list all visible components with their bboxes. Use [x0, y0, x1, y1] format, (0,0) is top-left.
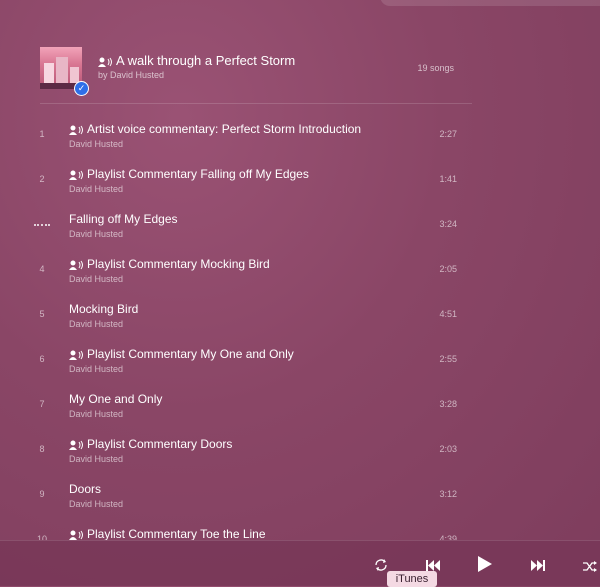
track-number: 9	[39, 489, 45, 499]
track-duration: 3:12	[439, 489, 457, 499]
track-number: 1	[39, 129, 45, 139]
commentary-icon	[69, 439, 85, 453]
song-count: 19 songs	[417, 63, 454, 73]
track-title: Artist voice commentary: Perfect Storm I…	[69, 122, 361, 138]
track-number: 5	[39, 309, 45, 319]
track-duration: 3:24	[439, 219, 457, 229]
track-duration: 1:41	[439, 174, 457, 184]
track-artist: David Husted	[69, 454, 124, 464]
track-duration: 2:05	[439, 264, 457, 274]
track-artist: David Husted	[69, 499, 124, 509]
header-divider	[40, 103, 472, 104]
track-artist: David Husted	[69, 364, 124, 374]
repeat-icon[interactable]	[374, 558, 388, 576]
commentary-icon	[69, 349, 85, 363]
track-row[interactable]: 4 Playlist Commentary Mocking Bird David H…	[0, 248, 600, 293]
now-playing-indicator	[34, 222, 50, 226]
track-title: Playlist Commentary Toe the Line	[69, 527, 266, 540]
track-number: 4	[39, 264, 45, 274]
track-row[interactable]: 2 Playlist Commentary Falling off My Edge…	[0, 158, 600, 203]
search-field[interactable]	[380, 0, 600, 6]
track-duration: 3:28	[439, 399, 457, 409]
track-artist: David Husted	[69, 229, 124, 239]
track-row[interactable]: 1 Artist voice commentary: Perfect Storm …	[0, 113, 600, 158]
track-duration: 2:55	[439, 354, 457, 364]
track-list: 1 Artist voice commentary: Perfect Storm …	[0, 113, 600, 540]
check-badge-icon: ✓	[74, 81, 89, 96]
track-number: 8	[39, 444, 45, 454]
track-title: Mocking Bird	[69, 302, 139, 316]
track-duration: 2:27	[439, 129, 457, 139]
track-number: 7	[39, 399, 45, 409]
track-row[interactable]: 5 Mocking Bird David Husted 4:51	[0, 293, 600, 338]
track-row[interactable]: 9 Doors David Husted 3:12	[0, 473, 600, 518]
commentary-icon	[69, 259, 85, 273]
commentary-icon	[69, 529, 85, 540]
track-duration: 2:03	[439, 444, 457, 454]
playlist-subtitle: by David Husted	[98, 70, 165, 80]
track-row[interactable]: 7 My One and Only David Husted 3:28	[0, 383, 600, 428]
playlist-title: A walk through a Perfect Storm	[98, 53, 295, 70]
track-row[interactable]: 8 Playlist Commentary Doors David Husted 2:…	[0, 428, 600, 473]
track-title: Falling off My Edges	[69, 212, 178, 226]
commentary-icon	[69, 169, 85, 183]
track-artist: David Husted	[69, 139, 124, 149]
track-title: Playlist Commentary My One and Only	[69, 347, 294, 363]
track-row[interactable]: 6 Playlist Commentary My One and Only Davi…	[0, 338, 600, 383]
track-title: Playlist Commentary Mocking Bird	[69, 257, 270, 273]
playlist-header: ✓ A walk through a Perfect Storm by Davi…	[40, 47, 470, 103]
track-artist: David Husted	[69, 184, 124, 194]
track-row[interactable]: 10Playlist Commentary Toe the LineDavid …	[0, 518, 600, 540]
track-title: My One and Only	[69, 392, 163, 406]
commentary-icon	[69, 124, 85, 138]
track-title: Playlist Commentary Falling off My Edges	[69, 167, 309, 183]
track-artist: David Husted	[69, 274, 124, 284]
next-icon[interactable]	[531, 558, 545, 576]
play-icon[interactable]	[478, 556, 492, 577]
commentary-icon	[98, 55, 114, 70]
track-number: 6	[39, 354, 45, 364]
player-bar	[0, 540, 600, 586]
track-duration: 4:51	[439, 309, 457, 319]
track-artist: David Husted	[69, 319, 124, 329]
shuffle-icon[interactable]	[583, 559, 597, 577]
track-number: 2	[39, 174, 45, 184]
track-row[interactable]: Falling off My Edges David Husted 3:24	[0, 203, 600, 248]
track-artist: David Husted	[69, 409, 124, 419]
track-title: Doors	[69, 482, 102, 496]
track-title: Playlist Commentary Doors	[69, 437, 232, 453]
